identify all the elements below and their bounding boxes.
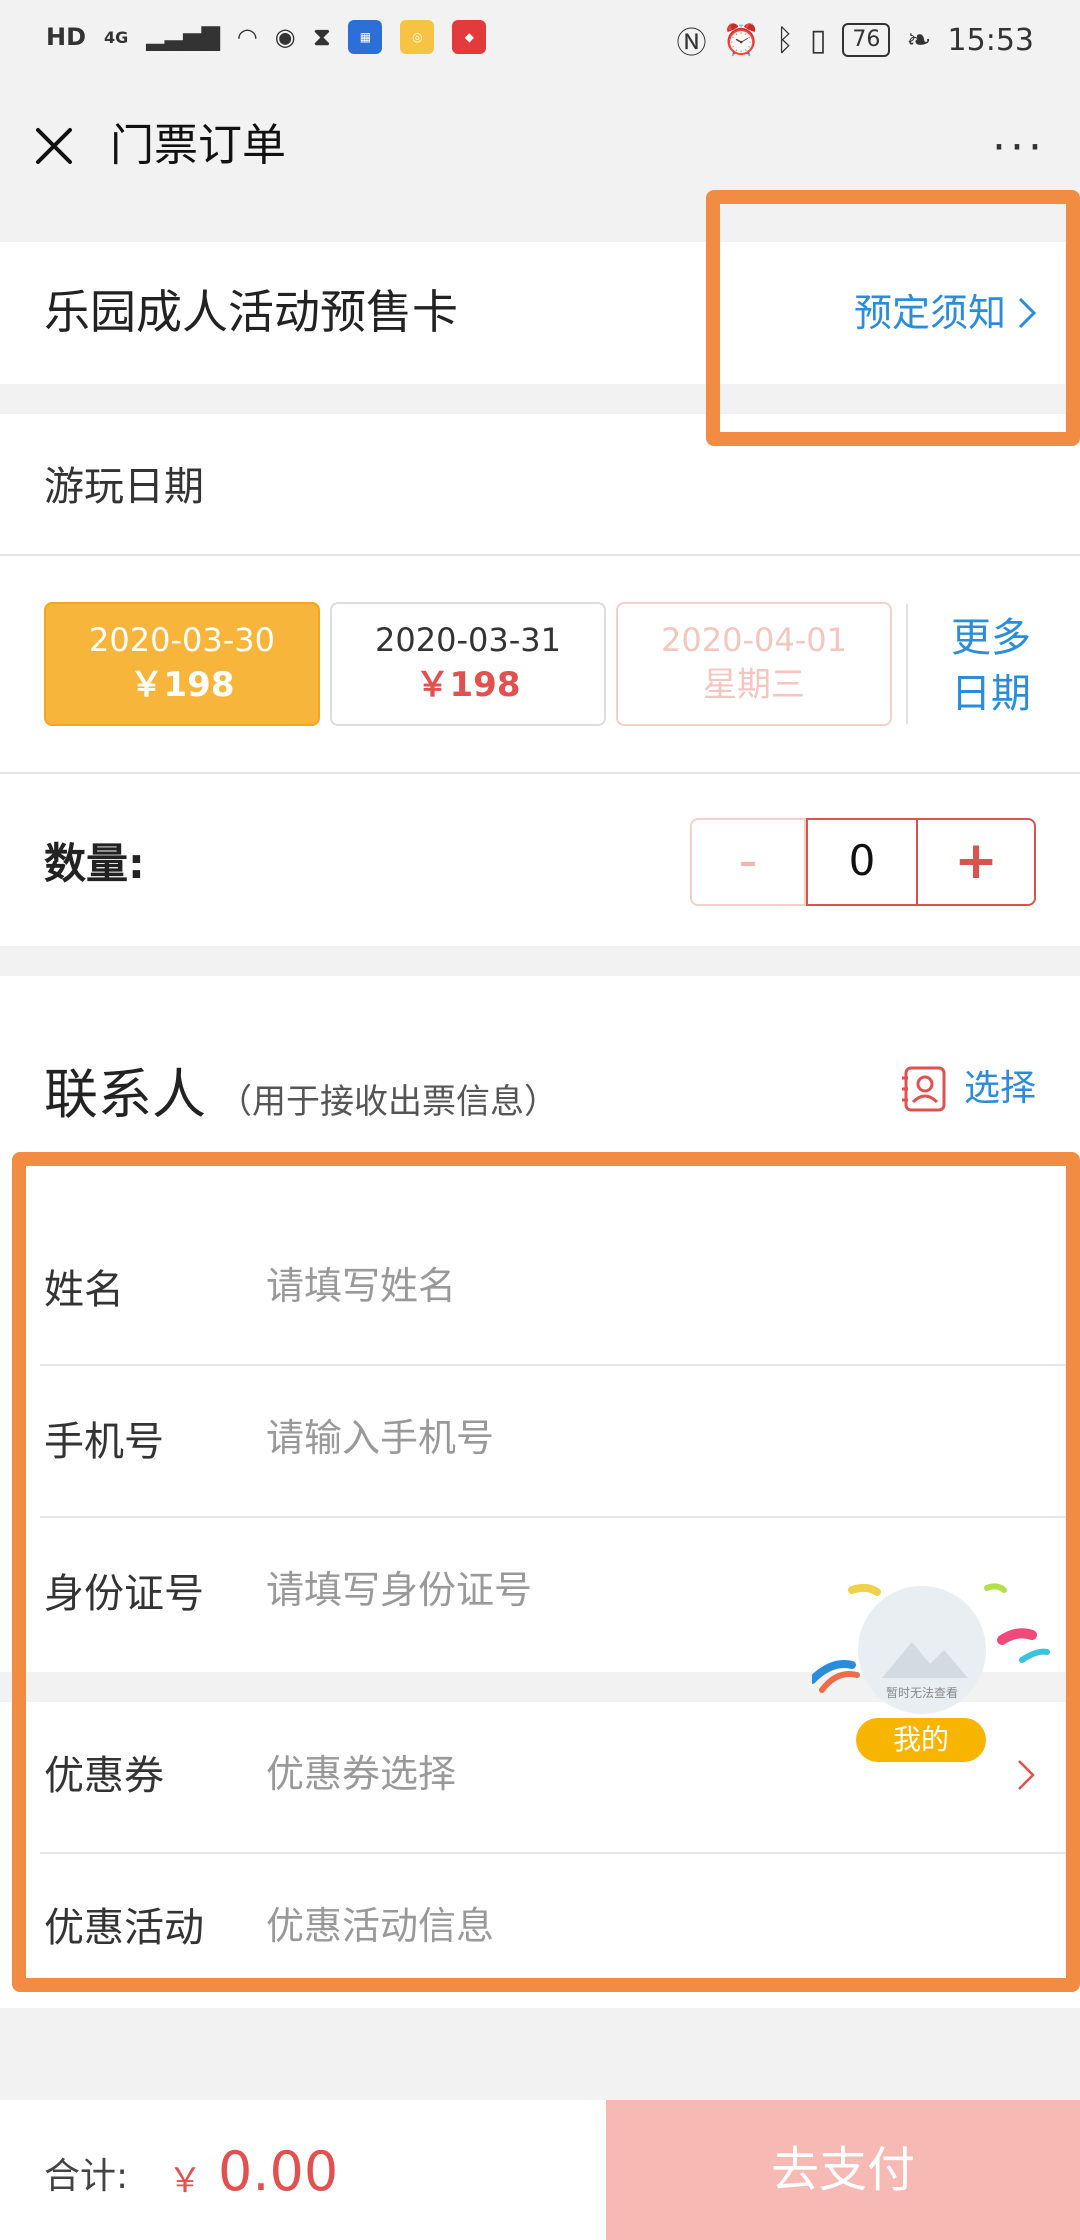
play-date-label: 游玩日期 (44, 464, 204, 510)
contact-card-icon (901, 1066, 946, 1112)
red-app-icon: ◆ (452, 20, 487, 54)
alarm-icon: ⏰ (722, 22, 760, 58)
quantity-label: 数量: (44, 839, 145, 888)
date-chip[interactable]: 2020-03-31 ￥198 (330, 602, 606, 726)
app-notification-icon: ▦ (348, 20, 383, 54)
wifi-icon: ◠ (238, 23, 257, 51)
total-label: 合计: (44, 2156, 129, 2197)
leaf-icon: ❧ (906, 22, 932, 58)
eye-icon: ◉ (274, 23, 296, 51)
chip-weekday: 星期三 (703, 665, 805, 705)
quantity-stepper: - 0 + (690, 818, 1036, 906)
total-amount: 0.00 (218, 2140, 339, 2203)
more-dates-line1: 更多 (951, 615, 1031, 661)
select-contact-label: 选择 (963, 1068, 1036, 1109)
status-time: 15:53 (947, 22, 1034, 58)
contact-subtitle: （用于接收出票信息） (218, 1082, 558, 1122)
quantity-value[interactable]: 0 (806, 818, 918, 906)
chip-price: ￥198 (415, 665, 521, 705)
chip-price: ￥198 (129, 665, 235, 705)
network-type: 4G (104, 27, 129, 47)
contact-header: 联系人 （用于接收出票信息） 选择 (0, 976, 1080, 1156)
more-dates-line2: 日期 (951, 671, 1031, 717)
divider (906, 604, 908, 724)
more-dates-button[interactable]: 更多 日期 (936, 610, 1046, 722)
date-chip-disabled: 2020-04-01 星期三 (616, 602, 892, 726)
highlight-box-notice (706, 190, 1080, 446)
quantity-minus-button[interactable]: - (690, 818, 806, 906)
status-icons-right: Ⓝ ⏰ ᛒ ▯ 76 ❧ 15:53 (677, 18, 1034, 62)
battery-indicator: 76 (842, 23, 891, 57)
pay-button[interactable]: 去支付 (606, 2100, 1080, 2240)
weibo-icon: ◎ (400, 20, 435, 54)
bottom-bar: 合计: ￥ 0.00 去支付 (0, 2100, 1080, 2240)
hd-indicator: HD (46, 23, 87, 51)
chip-date: 2020-03-30 (89, 621, 275, 659)
vibrate-icon: ▯ (809, 22, 827, 58)
nfc-icon: Ⓝ (676, 26, 707, 61)
date-quantity-section: 游玩日期 2020-03-30 ￥198 2020-03-31 ￥198 202… (0, 414, 1080, 946)
chip-date: 2020-03-31 (375, 621, 561, 659)
select-contact-button[interactable]: 选择 (900, 1064, 1036, 1114)
contact-title: 联系人 （用于接收出票信息） (44, 1060, 558, 1137)
date-chip-selected[interactable]: 2020-03-30 ￥198 (44, 602, 320, 726)
divider (0, 554, 1080, 556)
hourglass-icon: ⧗ (313, 23, 331, 51)
highlight-box-form (12, 1152, 1080, 1992)
total-currency: ￥ (168, 2161, 202, 2201)
page-title: 门票订单 (110, 120, 286, 171)
status-bar: HD 4G ▂▃▅▇ ◠ ◉ ⧗ ▦ ◎ ◆ Ⓝ ⏰ ᛒ ▯ 76 ❧ 15:5… (0, 0, 1080, 80)
contact-title-text: 联系人 (44, 1063, 206, 1126)
bluetooth-icon: ᛒ (775, 22, 794, 58)
status-icons-left: HD 4G ▂▃▅▇ ◠ ◉ ⧗ ▦ ◎ ◆ (46, 20, 487, 54)
product-title: 乐园成人活动预售卡 (44, 285, 458, 339)
more-icon[interactable]: ··· (992, 126, 1046, 170)
divider (0, 772, 1080, 774)
chip-date: 2020-04-01 (661, 621, 847, 659)
quantity-plus-button[interactable]: + (918, 818, 1036, 906)
close-icon[interactable] (28, 120, 80, 172)
signal-icon: ▂▃▅▇ (146, 23, 221, 51)
